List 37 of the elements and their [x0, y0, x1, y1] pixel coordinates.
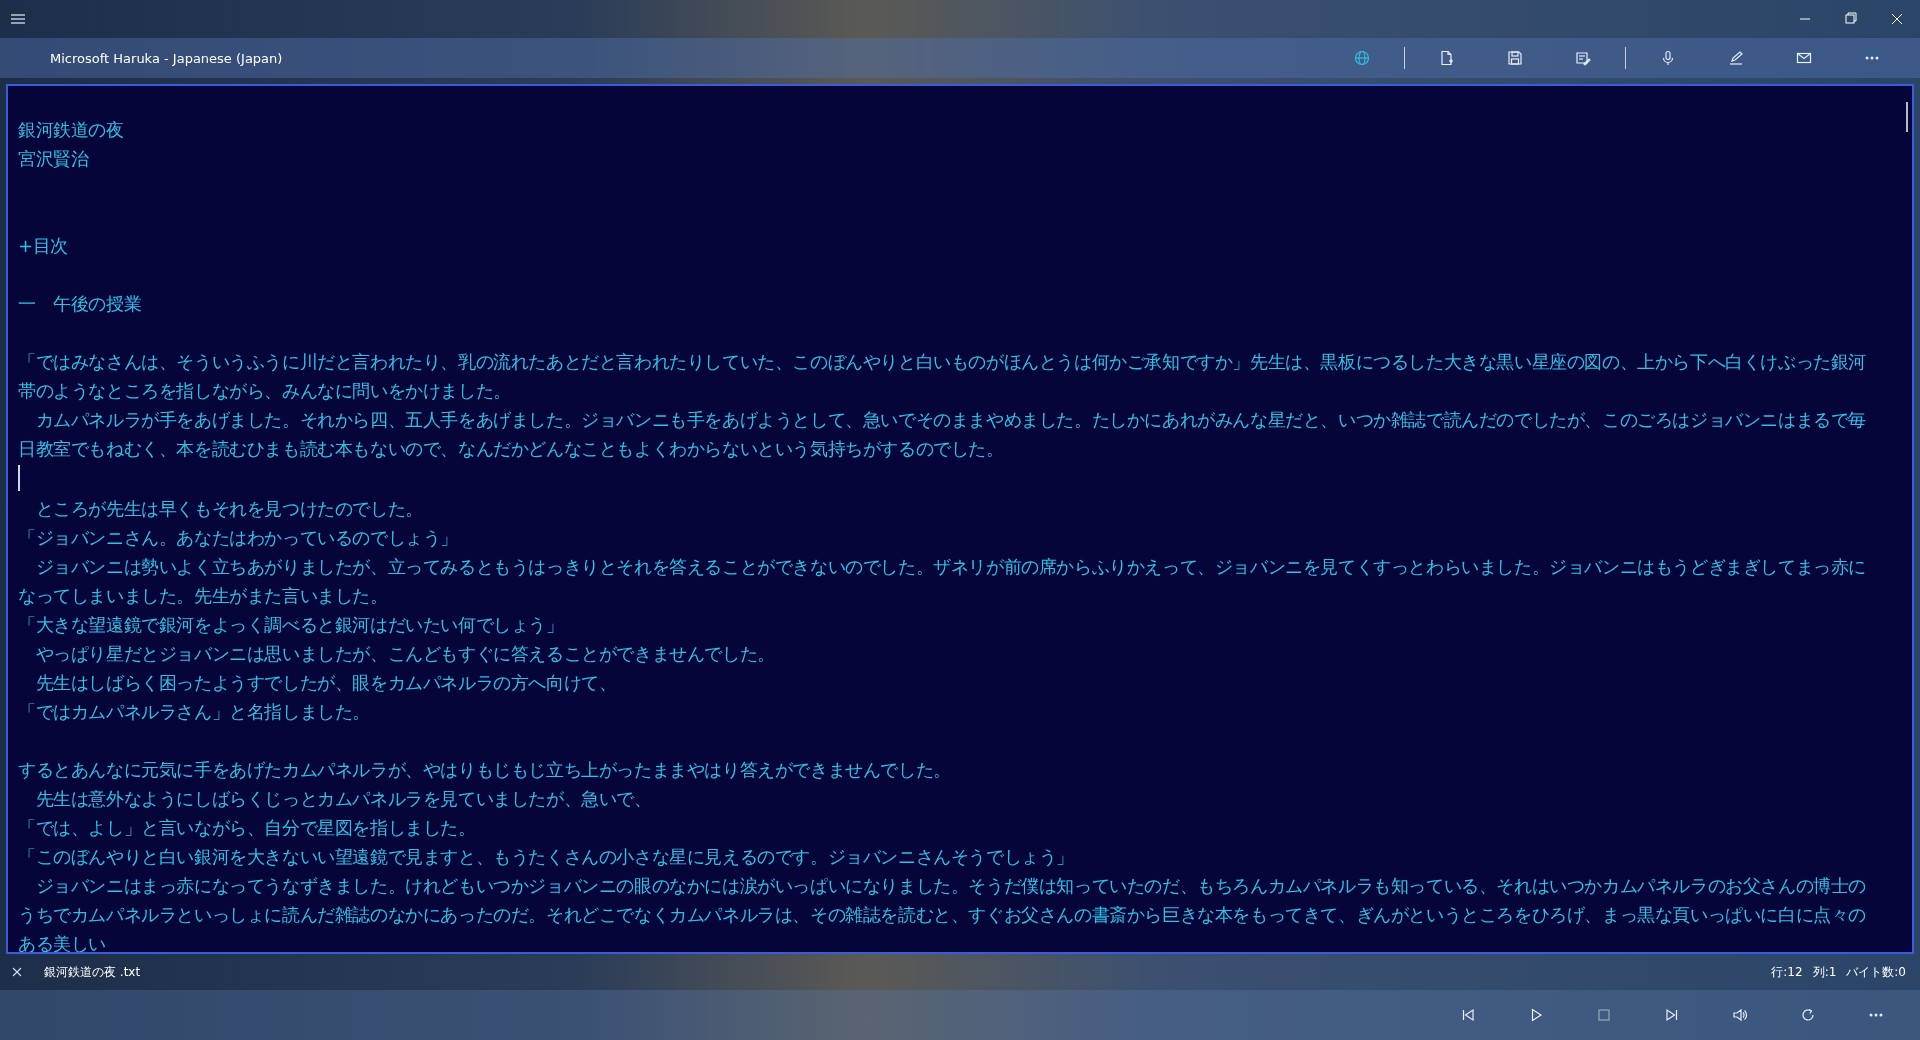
volume-icon[interactable]	[1732, 1007, 1748, 1023]
text-line: +目次	[18, 234, 69, 258]
text-line: するとあんなに元気に手をあげたカムパネルラが、やはりもじもじ立ち上がったままやはり答えができませんでした。	[18, 758, 952, 782]
skip-previous-icon[interactable]	[1460, 1007, 1476, 1023]
menu-icon[interactable]	[10, 11, 26, 27]
text-line: 銀河鉄道の夜	[18, 118, 125, 142]
close-icon[interactable]	[12, 967, 22, 977]
file-name: 銀河鉄道の夜 .txt	[44, 963, 141, 981]
text-line: 「では、よし」と言いながら、自分で星図を指しました。	[18, 816, 477, 840]
column-number: 列:1	[1812, 963, 1837, 981]
new-file-icon[interactable]	[1439, 50, 1455, 66]
text-line: ところが先生は早くもそれを見つけたのでした。	[34, 497, 424, 521]
text-line: 「ではカムパネルラさん」と名指しました。	[18, 700, 371, 724]
text-line: 先生は意外なようにしばらくじっとカムパネルラを見ていましたが、急いで、	[34, 787, 653, 811]
text-line: 「大きな望遠鏡で銀河をよっく調べると銀河はだいたい何でしょう」	[18, 613, 565, 637]
save-icon[interactable]	[1507, 50, 1523, 66]
text-line: カムパネルラが手をあげました。それから四、五人手をあげました。ジョバンニも手をあげようとして、急いでそのままやめました。たしかにあれがみんな星だと、いつか雑誌で読んだのでしたが、このごろはジョバンニはまるで毎日教室でもねむく、本を読むひまも読む本もないので、なんだかどんなこともよくわからないという気持ちがするのでした。	[18, 408, 1867, 461]
text-line: やっぱり星だとジョバンニは思いましたが、こんどもすぐに答えることができませんでした。	[34, 642, 776, 666]
line-number: 行:12	[1771, 963, 1803, 981]
voice-name: Microsoft Haruka - Japanese (Japan)	[50, 50, 284, 66]
pen-icon[interactable]	[1728, 50, 1744, 66]
text-line: 一 午後の授業	[18, 292, 143, 316]
text-line: 「ではみなさんは、そういうふうに川だと言われたり、乳の流れたあとだと言われたりしていた、このぼんやりと白いものがほんとうは何かご承知ですか」先生は、黒板につるした大きな黒い星座の図の、上から下へ白くけぶった銀河帯のようなところを指しながら、みんなに問いをかけました。	[18, 350, 1867, 403]
text-line: 先生はしばらく困ったようすでしたが、眼をカムパネルラの方へ向けて、	[34, 671, 618, 695]
text-caret	[18, 465, 20, 491]
text-line: 宮沢賢治	[18, 147, 90, 171]
text-line: 「ジョバンニさん。あなたはわかっているのでしょう」	[18, 526, 459, 550]
text-line: ジョバンニは勢いよく立ちあがりましたが、立ってみるともうはっきりとそれを答えることができないのでした。ザネリが前の席からふりかえって、ジョバンニを見てくすっとわらいました。ジョバンニはもうどぎまぎしてまっ赤になってしまいました。先生がまた言いました。	[18, 555, 1867, 608]
mail-icon[interactable]	[1796, 50, 1812, 66]
text-line: 「このぼんやりと白い銀河を大きないい望遠鏡で見ますと、もうたくさんの小さな星に見えるのです。ジョバンニさんそうでしょう」	[18, 845, 1075, 869]
repeat-icon[interactable]	[1800, 1007, 1816, 1023]
text-editor[interactable]	[6, 84, 1914, 954]
byte-count: バイト数:0	[1846, 963, 1906, 981]
microphone-icon[interactable]	[1660, 50, 1676, 66]
edit-file-icon[interactable]	[1575, 50, 1591, 66]
skip-next-icon[interactable]	[1664, 1007, 1680, 1023]
globe-icon[interactable]	[1354, 50, 1370, 66]
